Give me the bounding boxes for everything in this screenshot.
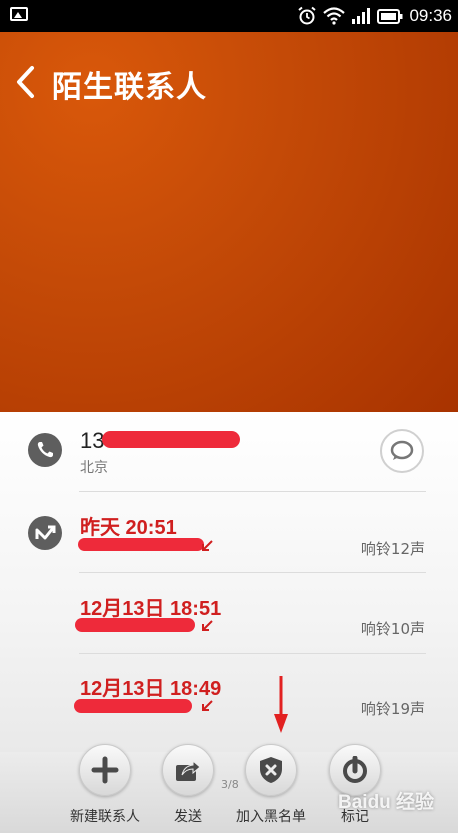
send-button[interactable]: 发送 — [143, 744, 233, 826]
missed-call-arrow-icon — [202, 700, 213, 711]
annotation-arrow-icon — [274, 676, 288, 733]
share-icon — [176, 759, 201, 781]
new-contact-label: 新建联系人 — [70, 809, 140, 825]
missed-call-arrow-icon — [202, 540, 213, 551]
divider — [79, 491, 426, 492]
new-contact-button[interactable]: 新建联系人 — [60, 744, 150, 826]
send-circle[interactable] — [162, 744, 214, 796]
plus-icon — [91, 756, 119, 784]
new-contact-circle[interactable] — [79, 744, 131, 796]
status-icons: 09:36 — [297, 4, 452, 28]
contact-header: 陌生联系人 — [0, 32, 458, 412]
shield-block-icon — [260, 757, 282, 783]
message-button[interactable] — [380, 429, 424, 473]
wifi-icon — [323, 7, 346, 25]
signal-icon — [352, 8, 371, 24]
alarm-icon — [298, 6, 317, 25]
phone-icon — [28, 433, 62, 467]
image-notification-icon — [10, 7, 28, 21]
chat-bubble-icon — [390, 440, 414, 460]
clock: 09:36 — [409, 6, 452, 25]
call-time: 12月13日 18:51 — [80, 598, 222, 620]
send-label: 发送 — [174, 809, 202, 825]
divider — [79, 653, 426, 654]
ring-count: 响铃12声 — [360, 540, 425, 558]
blacklist-label: 加入黑名单 — [236, 809, 306, 825]
mark-icon — [343, 756, 367, 783]
number-location: 北京 — [80, 460, 108, 476]
phone-number-prefix: 13 — [80, 428, 105, 453]
battery-icon — [377, 8, 403, 24]
redaction-mark — [75, 618, 195, 632]
page-title: 陌生联系人 — [52, 71, 207, 104]
redaction-mark — [74, 699, 192, 713]
baidu-watermark: Baidu 经验 — [338, 792, 435, 813]
missed-call-icon — [28, 516, 62, 550]
missed-call-arrow-icon — [202, 620, 213, 631]
divider — [79, 572, 426, 573]
blacklist-button[interactable]: 加入黑名单 — [226, 744, 316, 826]
call-time: 昨天 20:51 — [80, 517, 177, 539]
blacklist-circle[interactable] — [245, 744, 297, 796]
ring-count: 响铃19声 — [360, 700, 425, 718]
back-button[interactable] — [10, 60, 46, 104]
status-bar: 09:36 — [0, 0, 458, 32]
redaction-mark — [102, 431, 240, 448]
redaction-mark — [78, 538, 204, 551]
phone-number[interactable]: 13 — [80, 428, 104, 454]
chevron-left-icon — [17, 66, 34, 98]
call-time: 12月13日 18:49 — [80, 678, 222, 700]
ring-count: 响铃10声 — [360, 620, 425, 638]
